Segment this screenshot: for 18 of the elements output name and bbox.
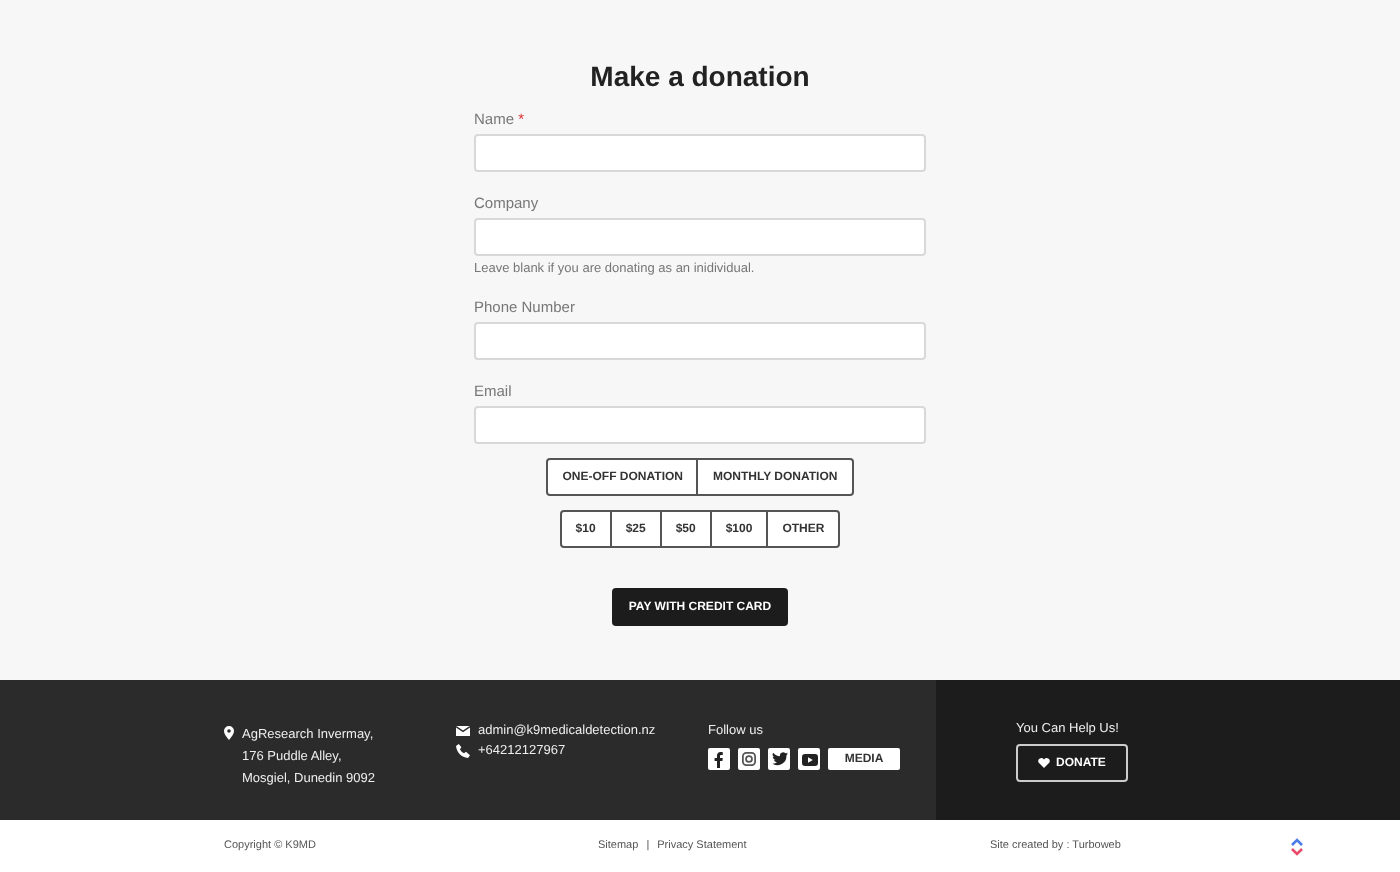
input-field[interactable] bbox=[474, 322, 926, 360]
youtube-icon bbox=[801, 753, 817, 765]
social-link[interactable] bbox=[708, 748, 730, 770]
phone-icon bbox=[456, 744, 470, 758]
bird-icon bbox=[771, 752, 787, 766]
location-pin-icon bbox=[224, 726, 234, 740]
social-link[interactable] bbox=[738, 748, 760, 770]
social-link[interactable] bbox=[798, 748, 820, 770]
input-field[interactable] bbox=[474, 218, 926, 256]
input-field[interactable] bbox=[474, 406, 926, 444]
input-field[interactable] bbox=[474, 134, 926, 172]
recaptcha-icon bbox=[1290, 837, 1304, 855]
heart-icon bbox=[1038, 758, 1051, 768]
page-title: Make a donation bbox=[590, 60, 810, 92]
instagram-icon bbox=[742, 752, 756, 766]
facebook-icon bbox=[714, 751, 724, 767]
envelope-icon bbox=[456, 726, 470, 736]
social-link[interactable] bbox=[768, 748, 790, 770]
